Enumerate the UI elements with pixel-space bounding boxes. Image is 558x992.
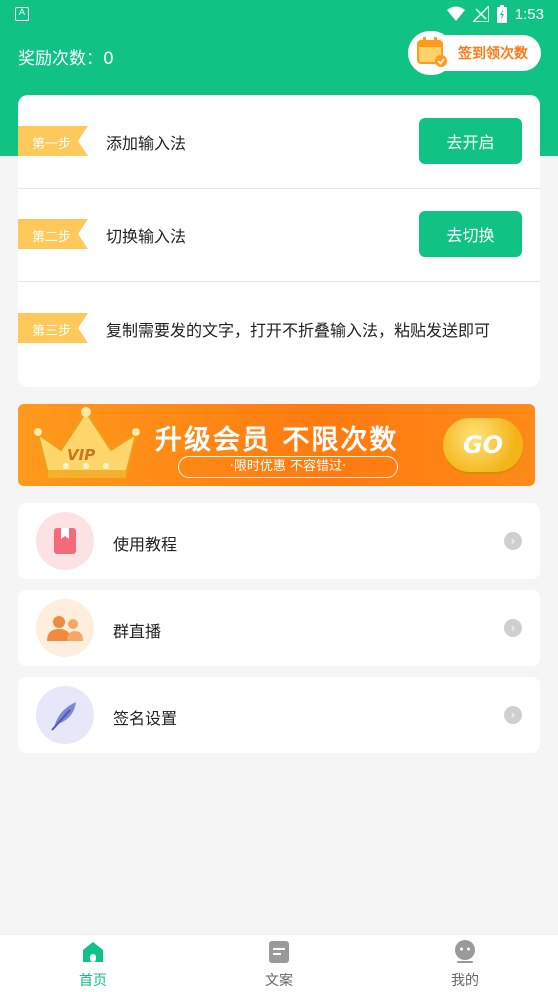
- signal-icon: [472, 6, 489, 22]
- tab-profile[interactable]: 我的: [405, 935, 525, 992]
- document-icon: [269, 941, 289, 963]
- tab-label: 首页: [79, 973, 107, 989]
- banner-title: 升级会员 不限次数: [155, 425, 399, 456]
- menu-label: 群直播: [113, 622, 162, 641]
- chevron-right-icon: ›: [504, 619, 522, 637]
- menu-label: 签名设置: [113, 709, 178, 728]
- menu-item-tutorial[interactable]: 使用教程 ›: [18, 503, 540, 579]
- reward-count: 奖励次数：0: [18, 49, 114, 69]
- banner-subtitle: ·限时优惠 不容错过·: [178, 456, 398, 478]
- bottom-tab-bar: 首页 文案 我的: [0, 934, 558, 992]
- step-2: 第二步 切换输入法 去切换: [18, 188, 540, 282]
- home-icon: [83, 942, 103, 962]
- tab-label: 我的: [451, 973, 479, 989]
- steps-card: 第一步 添加输入法 去开启 第二步 切换输入法 去切换 第三步 复制需要发的文字…: [18, 95, 540, 387]
- signin-label: 签到领次数: [458, 46, 528, 62]
- vip-banner[interactable]: VIP 升级会员 不限次数 ·限时优惠 不容错过· GO: [18, 404, 535, 486]
- step-tag-label: 第一步: [32, 137, 72, 152]
- step-tag: 第二步: [18, 219, 88, 249]
- tab-home[interactable]: 首页: [33, 935, 153, 992]
- tab-copywriting[interactable]: 文案: [219, 935, 339, 992]
- enable-keyboard-button[interactable]: 去开启: [419, 118, 522, 164]
- crown-icon: [34, 407, 140, 478]
- step-description: 添加输入法: [106, 134, 187, 153]
- profile-icon: [455, 940, 475, 963]
- menu-item-group-live[interactable]: 群直播 ›: [18, 590, 540, 666]
- wifi-icon: [446, 6, 465, 21]
- clock: 1:53: [514, 5, 544, 23]
- step-3: 第三步 复制需要发的文字，打开不折叠输入法，粘贴发送即可: [18, 282, 540, 376]
- menu-item-signature[interactable]: 签名设置 ›: [18, 677, 540, 753]
- step-tag: 第一步: [18, 126, 88, 156]
- step-description: 复制需要发的文字，打开不折叠输入法，粘贴发送即可: [106, 321, 491, 340]
- status-bar: A 1:53: [0, 0, 558, 30]
- feather-icon: [36, 686, 94, 744]
- chevron-right-icon: ›: [504, 532, 522, 550]
- chevron-right-icon: ›: [504, 706, 522, 724]
- signin-button[interactable]: 签到领次数: [408, 31, 541, 75]
- step-tag-label: 第三步: [32, 324, 72, 339]
- go-button[interactable]: GO: [443, 418, 523, 472]
- step-tag: 第三步: [18, 313, 88, 343]
- step-description: 切换输入法: [106, 227, 187, 246]
- tab-label: 文案: [265, 973, 293, 989]
- group-icon: [36, 599, 94, 657]
- bookmark-icon: [36, 512, 94, 570]
- menu-label: 使用教程: [113, 535, 178, 554]
- step-1: 第一步 添加输入法 去开启: [18, 95, 540, 189]
- vip-badge: VIP: [67, 446, 96, 464]
- switch-keyboard-button[interactable]: 去切换: [419, 211, 522, 257]
- battery-icon: [496, 5, 507, 23]
- calendar-icon: [408, 31, 454, 75]
- notification-icon: A: [15, 7, 29, 21]
- step-tag-label: 第二步: [32, 230, 72, 245]
